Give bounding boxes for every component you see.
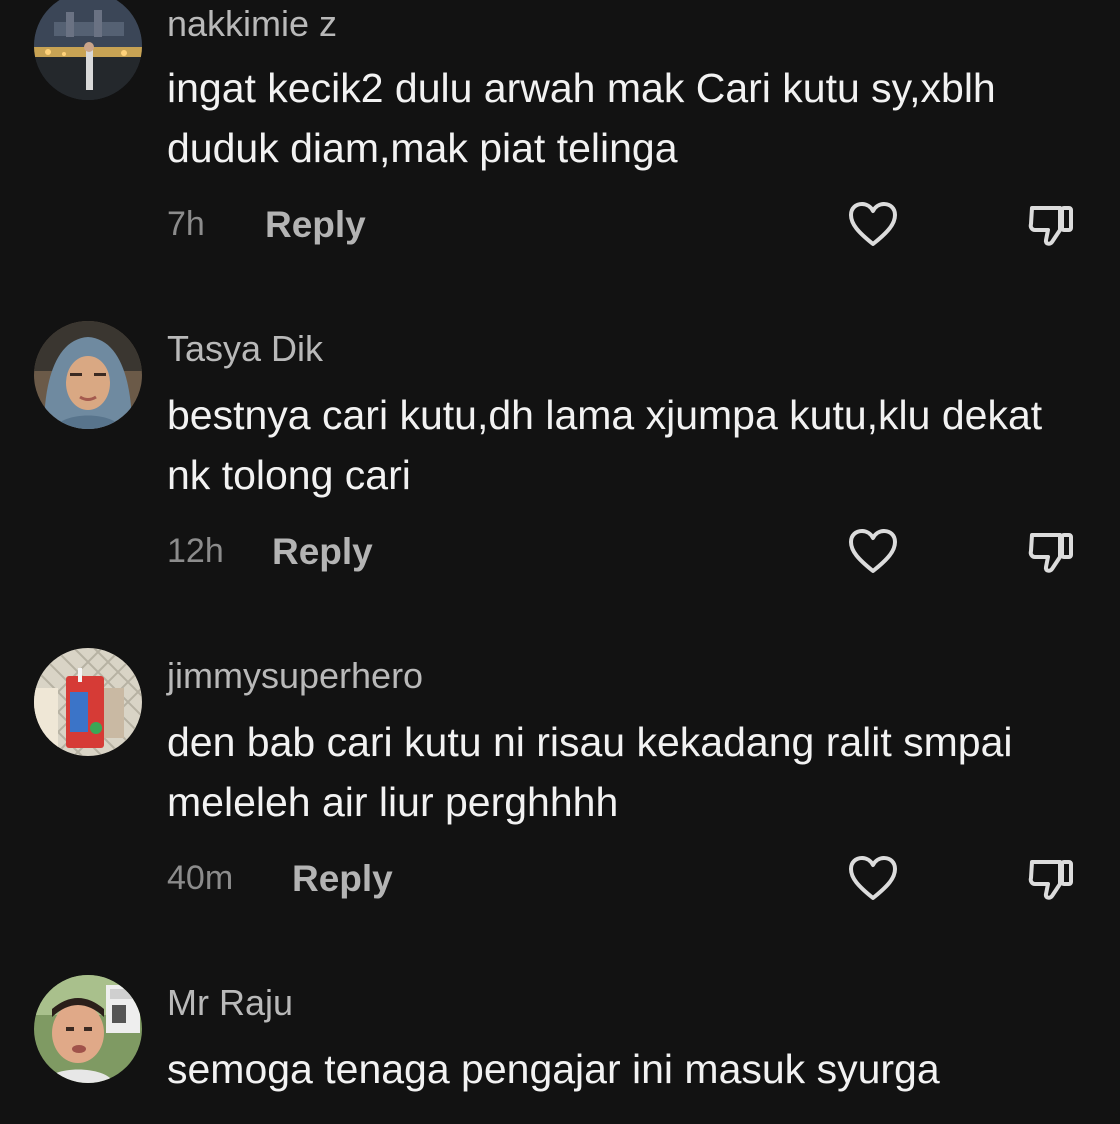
reply-button[interactable]: Reply — [265, 206, 366, 243]
thumbs-down-outline-icon — [1028, 860, 1073, 900]
reply-button[interactable]: Reply — [272, 533, 373, 570]
heart-outline-icon — [849, 529, 897, 573]
avatar[interactable] — [34, 975, 142, 1083]
comment-username[interactable]: jimmysuperhero — [167, 658, 423, 694]
avatar-image — [34, 648, 142, 756]
comment-text: den bab cari kutu ni risau kekadang rali… — [167, 719, 1013, 825]
avatar-image — [34, 975, 142, 1083]
heart-outline-icon — [849, 202, 897, 246]
like-button[interactable] — [848, 856, 898, 902]
comment-username[interactable]: Mr Raju — [167, 985, 293, 1021]
like-button[interactable] — [848, 202, 898, 248]
comment-username[interactable]: nakkimie z — [167, 6, 337, 42]
thumbs-down-outline-icon — [1028, 206, 1073, 246]
comment-text: semoga tenaga pengajar ini masuk syurga — [167, 1046, 940, 1092]
comment-text: ingat kecik2 dulu arwah mak Cari kutu sy… — [167, 65, 996, 171]
avatar[interactable] — [34, 321, 142, 429]
comment-timestamp: 40m — [167, 859, 234, 897]
comment-timestamp: 12h — [167, 532, 224, 570]
dislike-button[interactable] — [1026, 854, 1076, 904]
dislike-button[interactable] — [1026, 527, 1076, 577]
avatar[interactable] — [34, 648, 142, 756]
avatar[interactable] — [34, 0, 142, 100]
heart-outline-icon — [849, 856, 897, 900]
comment-timestamp: 7h — [167, 205, 205, 243]
avatar-image — [34, 0, 142, 100]
thumbs-down-outline-icon — [1028, 533, 1073, 573]
like-button[interactable] — [848, 529, 898, 575]
comment-username[interactable]: Tasya Dik — [167, 331, 323, 367]
avatar-image — [34, 321, 142, 429]
reply-button[interactable]: Reply — [292, 860, 393, 897]
dislike-button[interactable] — [1026, 200, 1076, 250]
comment-text: bestnya cari kutu,dh lama xjumpa kutu,kl… — [167, 392, 1043, 498]
